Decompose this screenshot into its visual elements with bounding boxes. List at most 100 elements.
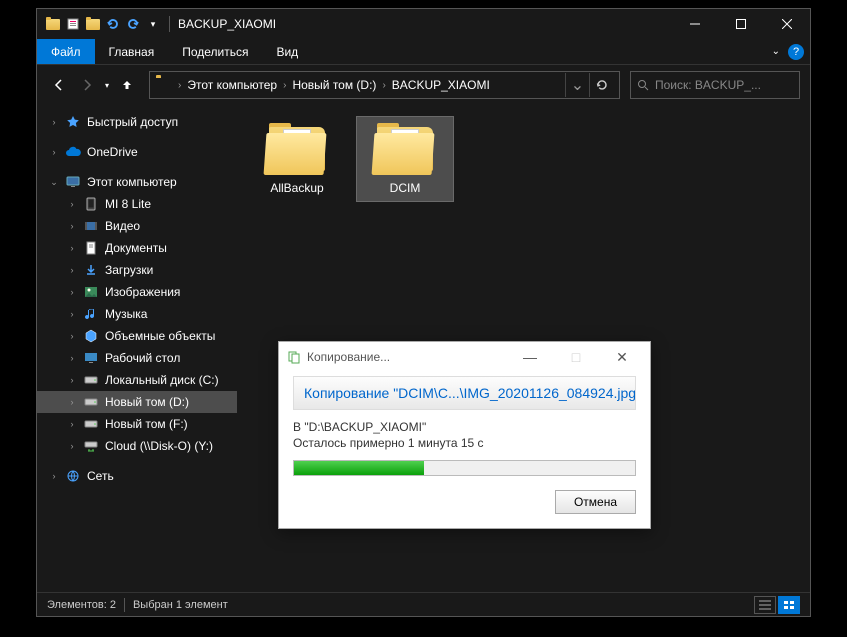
breadcrumb-segment[interactable]: Новый том (D:) <box>288 78 380 92</box>
maximize-button[interactable] <box>718 9 764 39</box>
separator <box>169 16 170 32</box>
tree-network-drive[interactable]: ›Cloud (\\Disk-O) (Y:) <box>37 435 237 457</box>
redo-icon[interactable] <box>125 16 141 32</box>
tree-label: Новый том (D:) <box>105 395 189 409</box>
tab-home[interactable]: Главная <box>95 39 169 64</box>
tree-label: Этот компьютер <box>87 175 177 189</box>
tree-onedrive[interactable]: › OneDrive <box>37 141 237 163</box>
dialog-close-button[interactable]: ✕ <box>602 343 642 371</box>
drive-icon <box>83 416 99 432</box>
properties-icon[interactable] <box>65 16 81 32</box>
minimize-button[interactable] <box>672 9 718 39</box>
details-view-button[interactable] <box>754 596 776 614</box>
tree-label: Видео <box>105 219 140 233</box>
folder-icon <box>45 16 61 32</box>
tree-label: Загрузки <box>105 263 153 277</box>
forward-button[interactable] <box>75 73 99 97</box>
network-icon <box>65 468 81 484</box>
phone-icon <box>83 196 99 212</box>
desktop-icon <box>83 350 99 366</box>
dialog-title: Копирование... <box>307 350 390 364</box>
chevron-right-icon[interactable]: › <box>281 80 288 91</box>
help-icon[interactable]: ? <box>788 44 804 60</box>
back-button[interactable] <box>47 73 71 97</box>
cancel-button[interactable]: Отмена <box>555 490 636 514</box>
music-icon <box>83 306 99 322</box>
picture-icon <box>83 284 99 300</box>
tab-view[interactable]: Вид <box>262 39 312 64</box>
tab-share[interactable]: Поделиться <box>168 39 262 64</box>
tree-this-pc[interactable]: ⌄ Этот компьютер <box>37 171 237 193</box>
tree-videos[interactable]: ›Видео <box>37 215 237 237</box>
folder-label: AllBackup <box>270 181 323 195</box>
new-folder-icon[interactable] <box>85 16 101 32</box>
tree-label: OneDrive <box>87 145 138 159</box>
dialog-titlebar[interactable]: Копирование... — □ ✕ <box>279 342 650 372</box>
navigation-pane[interactable]: › Быстрый доступ › OneDrive ⌄ Этот компь… <box>37 105 237 592</box>
network-drive-icon <box>83 438 99 454</box>
tree-drive-d[interactable]: ›Новый том (D:) <box>37 391 237 413</box>
dialog-minimize-button[interactable]: — <box>510 343 550 371</box>
breadcrumb-segment[interactable]: BACKUP_XIAOMI <box>388 78 494 92</box>
tree-network[interactable]: › Сеть <box>37 465 237 487</box>
history-dropdown-icon[interactable]: ▾ <box>105 81 109 90</box>
tree-label: Новый том (F:) <box>105 417 188 431</box>
ribbon-tabs: Файл Главная Поделиться Вид ⌄ ? <box>37 39 810 65</box>
folder-allbackup[interactable]: AllBackup <box>249 117 345 201</box>
dialog-actions: Отмена <box>293 490 636 514</box>
icons-view-button[interactable] <box>778 596 800 614</box>
folder-dcim[interactable]: DCIM <box>357 117 453 201</box>
ribbon-expand-icon[interactable]: ⌄ <box>772 46 780 57</box>
chevron-right-icon[interactable]: › <box>380 80 387 91</box>
search-placeholder: Поиск: BACKUP_... <box>655 78 761 92</box>
copy-icon <box>287 350 301 364</box>
tree-label: Рабочий стол <box>105 351 180 365</box>
tree-3d-objects[interactable]: ›Объемные объекты <box>37 325 237 347</box>
tree-music[interactable]: ›Музыка <box>37 303 237 325</box>
tree-pictures[interactable]: ›Изображения <box>37 281 237 303</box>
tree-downloads[interactable]: ›Загрузки <box>37 259 237 281</box>
chevron-down-icon[interactable]: ⌄ <box>49 177 59 188</box>
tree-documents[interactable]: ›Документы <box>37 237 237 259</box>
address-bar[interactable]: › Этот компьютер › Новый том (D:) › BACK… <box>149 71 620 99</box>
status-count: Элементов: 2 <box>47 599 116 611</box>
refresh-icon[interactable] <box>589 73 613 97</box>
tree-label: Cloud (\\Disk-O) (Y:) <box>105 439 213 453</box>
window-title: BACKUP_XIAOMI <box>178 17 672 31</box>
folder-label: DCIM <box>390 181 421 195</box>
copy-dialog: Копирование... — □ ✕ Копирование "DCIM\C… <box>278 341 651 529</box>
close-button[interactable] <box>764 9 810 39</box>
tree-label: Изображения <box>105 285 180 299</box>
tree-drive-c[interactable]: ›Локальный диск (C:) <box>37 369 237 391</box>
tab-file[interactable]: Файл <box>37 39 95 64</box>
search-icon <box>637 79 649 91</box>
chevron-right-icon[interactable]: › <box>49 471 59 481</box>
chevron-right-icon[interactable]: › <box>49 117 59 127</box>
tree-label: Объемные объекты <box>105 329 215 343</box>
up-button[interactable] <box>115 73 139 97</box>
view-toggle <box>754 596 800 614</box>
dialog-maximize-button[interactable]: □ <box>556 343 596 371</box>
star-icon <box>65 114 81 130</box>
undo-icon[interactable] <box>105 16 121 32</box>
breadcrumb-segment[interactable]: Этот компьютер <box>183 78 281 92</box>
tree-desktop[interactable]: ›Рабочий стол <box>37 347 237 369</box>
video-icon <box>83 218 99 234</box>
drive-icon <box>83 372 99 388</box>
titlebar: ▾ BACKUP_XIAOMI <box>37 9 810 39</box>
tree-label: Быстрый доступ <box>87 115 178 129</box>
folder-icon <box>373 123 437 175</box>
qat-dropdown-icon[interactable]: ▾ <box>145 16 161 32</box>
chevron-right-icon[interactable]: › <box>176 80 183 91</box>
tree-label: Документы <box>105 241 167 255</box>
tree-quick-access[interactable]: › Быстрый доступ <box>37 111 237 133</box>
search-input[interactable]: Поиск: BACKUP_... <box>630 71 800 99</box>
tree-label: MI 8 Lite <box>105 197 151 211</box>
address-dropdown-icon[interactable]: ⌄ <box>565 73 589 97</box>
chevron-right-icon[interactable]: › <box>49 147 59 157</box>
tree-drive-f[interactable]: ›Новый том (F:) <box>37 413 237 435</box>
dialog-destination: В "D:\BACKUP_XIAOMI" <box>293 420 636 434</box>
progress-bar <box>293 460 636 476</box>
folder-icon <box>265 123 329 175</box>
tree-device[interactable]: ›MI 8 Lite <box>37 193 237 215</box>
